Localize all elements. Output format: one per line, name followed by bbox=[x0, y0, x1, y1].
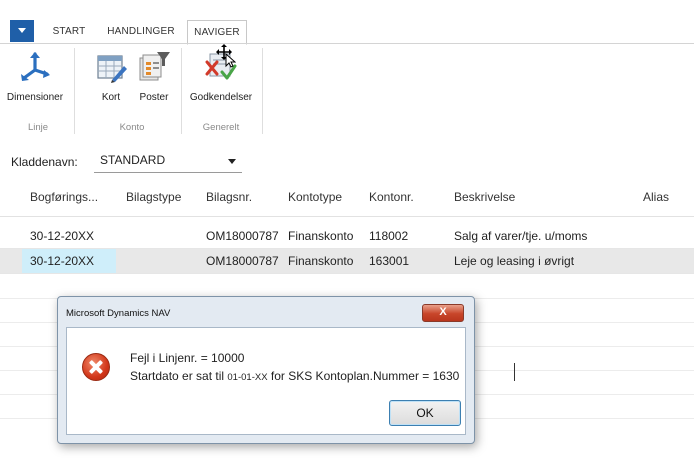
ribbon-group-separator bbox=[181, 48, 182, 134]
journal-name-label: Kladdenavn: bbox=[11, 155, 78, 169]
error-icon bbox=[82, 353, 110, 381]
application-menu-button[interactable] bbox=[10, 20, 34, 42]
dimensioner-button[interactable]: Dimensioner bbox=[6, 50, 64, 103]
group-label-generelt: Generelt bbox=[202, 122, 240, 133]
tab-handlinger[interactable]: HANDLINGER bbox=[104, 20, 178, 43]
cell-bilagsnr[interactable]: OM18000787 bbox=[206, 229, 279, 243]
col-header-bilagsnr[interactable]: Bilagsnr. bbox=[206, 190, 252, 204]
error-message-line2: Startdato er sat til 01-01-XX for SKS Ko… bbox=[130, 369, 459, 383]
kort-label: Kort bbox=[101, 92, 121, 103]
ribbon-group-separator bbox=[262, 48, 263, 134]
close-icon[interactable]: X bbox=[422, 304, 464, 322]
tab-naviger[interactable]: NAVIGER bbox=[187, 20, 247, 45]
journal-name-select[interactable]: STANDARD bbox=[94, 150, 242, 173]
chevron-down-icon bbox=[228, 159, 236, 164]
dialog-title: Microsoft Dynamics NAV bbox=[66, 308, 171, 319]
col-header-bogforingsdato[interactable]: Bogførings... bbox=[30, 190, 98, 204]
journal-name-value: STANDARD bbox=[100, 153, 166, 167]
grid-header: Bogførings... Bilagstype Bilagsnr. Konto… bbox=[0, 176, 694, 217]
col-header-alias[interactable]: Alias bbox=[643, 190, 669, 204]
entries-icon bbox=[137, 50, 171, 84]
col-header-kontotype[interactable]: Kontotype bbox=[288, 190, 342, 204]
ok-button[interactable]: OK bbox=[389, 400, 461, 426]
error-message-line1: Fejl i Linjenr. = 10000 bbox=[130, 351, 245, 365]
ribbon-group-separator bbox=[74, 48, 75, 134]
col-header-kontonr[interactable]: Kontonr. bbox=[369, 190, 414, 204]
group-label-linje: Linje bbox=[27, 122, 49, 133]
ribbon-tab-bar: START HANDLINGER NAVIGER bbox=[0, 0, 694, 45]
kort-button[interactable]: Kort bbox=[92, 50, 130, 103]
card-edit-icon bbox=[94, 50, 128, 84]
cell-beskrivelse[interactable]: Leje og leasing i øvrigt bbox=[454, 254, 574, 268]
message-text: Startdato er sat til bbox=[130, 369, 225, 383]
message-date: 01-01-XX bbox=[227, 372, 268, 383]
group-label-konto: Konto bbox=[119, 122, 145, 133]
cell-date[interactable]: 30-12-20XX bbox=[30, 254, 94, 268]
text-cursor bbox=[514, 363, 515, 381]
cell-kontotype[interactable]: Finanskonto bbox=[288, 229, 353, 243]
table-row[interactable]: 30-12-20XX OM18000787 Finanskonto 118002… bbox=[0, 224, 694, 249]
cell-beskrivelse[interactable]: Salg af varer/tje. u/moms bbox=[454, 229, 587, 243]
error-dialog: Microsoft Dynamics NAV X Fejl i Linjenr.… bbox=[57, 296, 475, 444]
table-row-selected[interactable]: 30-12-20XX OM18000787 Finanskonto 163001… bbox=[0, 249, 694, 274]
cell-bilagsnr[interactable]: OM18000787 bbox=[206, 254, 279, 268]
cell-kontonr[interactable]: 163001 bbox=[369, 254, 409, 268]
dimensions-icon bbox=[18, 50, 52, 84]
move-cursor-icon bbox=[216, 44, 237, 68]
col-header-bilagstype[interactable]: Bilagstype bbox=[126, 190, 181, 204]
dimensioner-label: Dimensioner bbox=[6, 92, 64, 103]
poster-button[interactable]: Poster bbox=[134, 50, 174, 103]
cell-date[interactable]: 30-12-20XX bbox=[30, 229, 94, 243]
message-text: for SKS Kontoplan.Nummer = 1630 bbox=[270, 369, 460, 383]
tab-divider bbox=[0, 43, 694, 44]
tab-start[interactable]: START bbox=[44, 20, 94, 43]
dialog-body: Fejl i Linjenr. = 10000 Startdato er sat… bbox=[66, 327, 466, 435]
poster-label: Poster bbox=[139, 92, 169, 103]
cell-kontonr[interactable]: 118002 bbox=[369, 229, 408, 243]
cell-kontotype[interactable]: Finanskonto bbox=[288, 254, 353, 268]
col-header-beskrivelse[interactable]: Beskrivelse bbox=[454, 190, 515, 204]
godkendelser-label: Godkendelser bbox=[189, 92, 253, 103]
